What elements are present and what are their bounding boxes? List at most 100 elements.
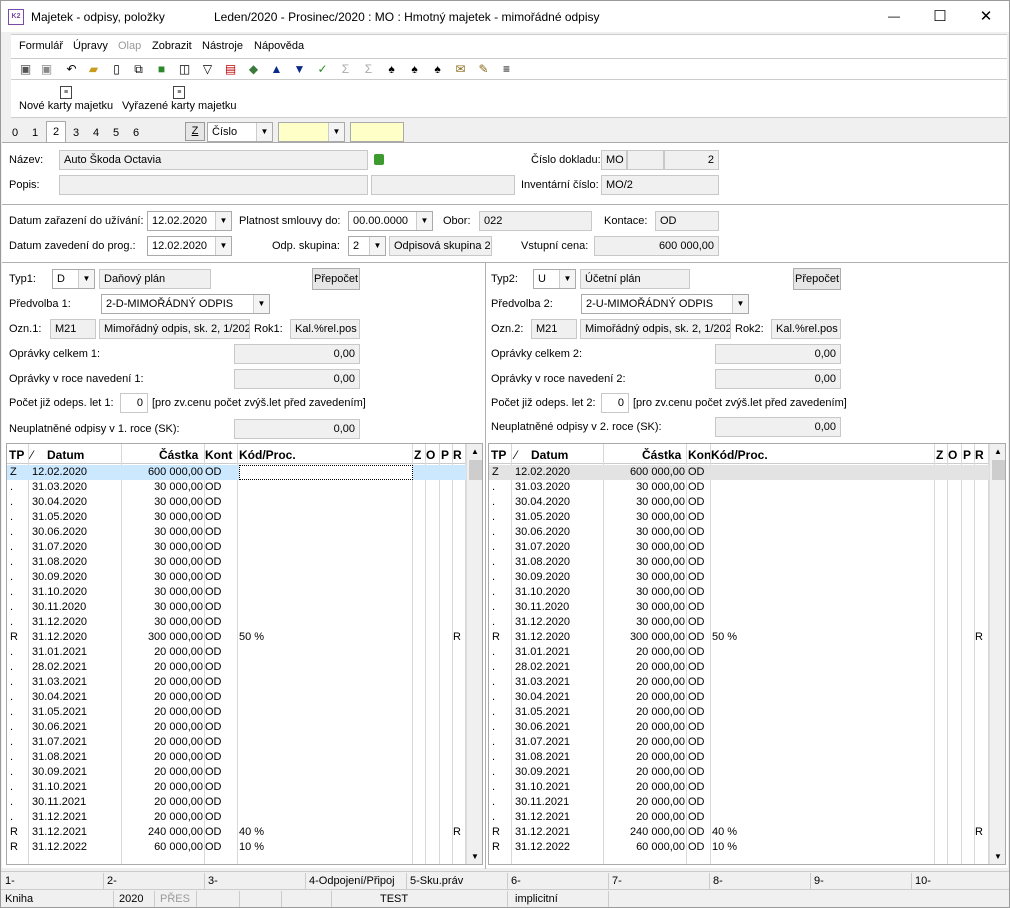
scroll-thumb[interactable] bbox=[992, 460, 1005, 480]
filter-document-icon[interactable]: ▤ bbox=[222, 61, 239, 78]
table-row[interactable]: . 31.05.2020 30 000,00 OD bbox=[489, 510, 1005, 525]
fkey-9[interactable]: 9- bbox=[814, 875, 824, 887]
typ1-text[interactable]: Daňový plán bbox=[99, 269, 211, 289]
table-row[interactable]: . 30.09.2020 30 000,00 OD bbox=[489, 570, 1005, 585]
maximize-button[interactable]: ☐ bbox=[917, 1, 963, 32]
col-r[interactable]: R bbox=[975, 448, 984, 462]
table-row[interactable]: . 30.11.2020 30 000,00 OD bbox=[489, 600, 1005, 615]
col-p[interactable]: P bbox=[441, 448, 449, 462]
new-cards-button[interactable]: ≡ Nové karty majetku bbox=[19, 86, 113, 112]
col-o[interactable]: O bbox=[948, 448, 957, 462]
menu-upravy[interactable]: Úpravy bbox=[73, 40, 108, 52]
odp-skupina-text[interactable]: Odpisová skupina 2 ( bbox=[389, 236, 492, 256]
table-row[interactable]: . 31.05.2021 20 000,00 OD bbox=[489, 705, 1005, 720]
search-input[interactable] bbox=[350, 122, 404, 142]
chevron-down-icon[interactable]: ▼ bbox=[559, 270, 575, 288]
new-document-icon[interactable]: ▯ bbox=[108, 61, 125, 78]
menu-zobrazit[interactable]: Zobrazit bbox=[152, 40, 192, 52]
neuplatnene2-field[interactable]: 0,00 bbox=[715, 417, 841, 437]
table-row[interactable]: R 31.12.2021 240 000,00 OD 40 % R bbox=[489, 825, 1005, 840]
col-castka[interactable]: Částka bbox=[159, 448, 198, 462]
vstupni-cena-field[interactable]: 600 000,00 bbox=[594, 236, 719, 256]
cislo-dokladu-prefix[interactable]: MO bbox=[601, 150, 627, 170]
pocet2-field[interactable]: 0 bbox=[601, 393, 629, 413]
copy-icon[interactable]: ⧉ bbox=[130, 61, 147, 78]
table-row[interactable]: . 31.07.2020 30 000,00 OD bbox=[489, 540, 1005, 555]
table-row[interactable]: . 31.08.2021 20 000,00 OD bbox=[489, 750, 1005, 765]
save-icon[interactable]: ▣ bbox=[17, 61, 34, 78]
ozn2-text[interactable]: Mimořádný odpis, sk. 2, 1/202 bbox=[580, 319, 731, 339]
tab-1[interactable]: 1 bbox=[25, 123, 45, 143]
table-row[interactable]: . 30.06.2021 20 000,00 OD bbox=[7, 720, 482, 735]
table-row[interactable]: . 31.05.2020 30 000,00 OD bbox=[7, 510, 482, 525]
save-as-icon[interactable]: ▣ bbox=[38, 61, 55, 78]
popis-field-2[interactable] bbox=[371, 175, 515, 195]
right-schedule-grid[interactable]: TP ⁄ Datum Částka Kon Kód/Proc. Z O P R … bbox=[488, 443, 1006, 865]
typ1-select[interactable]: D ▼ bbox=[52, 269, 95, 289]
chevron-down-icon[interactable]: ▼ bbox=[215, 212, 231, 230]
fkey-3[interactable]: 3- bbox=[208, 875, 218, 887]
cislo-dokladu-mid[interactable] bbox=[627, 150, 664, 170]
fkey-10[interactable]: 10- bbox=[915, 875, 931, 887]
table-row[interactable]: . 31.12.2020 30 000,00 OD bbox=[7, 615, 482, 630]
sort-field-select[interactable]: Číslo ▼ bbox=[207, 122, 273, 142]
menu-napoveda[interactable]: Nápověda bbox=[254, 40, 304, 52]
col-castka[interactable]: Částka bbox=[642, 448, 681, 462]
tab-0[interactable]: 0 bbox=[5, 123, 25, 143]
arrow-up-icon[interactable]: ▲ bbox=[268, 61, 285, 78]
rok2-field[interactable]: Kal.%rel.pos bbox=[771, 319, 841, 339]
scroll-up-icon[interactable]: ▲ bbox=[990, 447, 1005, 456]
nazev-field[interactable]: Auto Škoda Octavia bbox=[59, 150, 368, 170]
minimize-button[interactable]: — bbox=[871, 1, 917, 32]
cislo-dokladu-number[interactable]: 2 bbox=[664, 150, 719, 170]
table-row[interactable]: . 30.06.2020 30 000,00 OD bbox=[489, 525, 1005, 540]
chevron-down-icon[interactable]: ▼ bbox=[369, 237, 385, 255]
scroll-thumb[interactable] bbox=[469, 460, 482, 480]
table-row[interactable]: . 30.11.2021 20 000,00 OD bbox=[489, 795, 1005, 810]
table-row[interactable]: . 31.10.2020 30 000,00 OD bbox=[7, 585, 482, 600]
pocet1-field[interactable]: 0 bbox=[120, 393, 148, 413]
chevron-down-icon[interactable]: ▼ bbox=[732, 295, 748, 313]
sort-z-button[interactable]: Z bbox=[185, 122, 205, 141]
table-row[interactable]: . 31.08.2020 30 000,00 OD bbox=[7, 555, 482, 570]
col-kod[interactable]: Kód/Proc. bbox=[239, 448, 296, 462]
predvolba2-select[interactable]: 2-U-MIMOŘÁDNÝ ODPIS ▼ bbox=[581, 294, 749, 314]
table-row[interactable]: R 31.12.2021 240 000,00 OD 40 % R bbox=[7, 825, 482, 840]
tab-5[interactable]: 5 bbox=[106, 123, 126, 143]
table-row[interactable]: . 30.06.2020 30 000,00 OD bbox=[7, 525, 482, 540]
table-row[interactable]: . 31.05.2021 20 000,00 OD bbox=[7, 705, 482, 720]
table-row[interactable]: . 31.12.2020 30 000,00 OD bbox=[489, 615, 1005, 630]
chevron-down-icon[interactable]: ▼ bbox=[78, 270, 94, 288]
kontace-field[interactable]: OD bbox=[655, 211, 719, 231]
fkey-6[interactable]: 6- bbox=[511, 875, 521, 887]
table-row[interactable]: . 31.07.2021 20 000,00 OD bbox=[489, 735, 1005, 750]
table-row[interactable]: Z 12.02.2020 600 000,00 OD bbox=[489, 465, 989, 480]
typ2-select[interactable]: U ▼ bbox=[533, 269, 576, 289]
close-button[interactable]: ✕ bbox=[963, 1, 1009, 32]
col-z[interactable]: Z bbox=[936, 448, 943, 462]
inventarni-cislo-field[interactable]: MO/2 bbox=[601, 175, 719, 195]
ozn2-field[interactable]: M21 bbox=[531, 319, 577, 339]
tab-4[interactable]: 4 bbox=[86, 123, 106, 143]
table-row[interactable]: . 30.04.2021 20 000,00 OD bbox=[7, 690, 482, 705]
binoculars-icon[interactable]: ♠ bbox=[383, 61, 400, 78]
table-row[interactable]: . 30.09.2021 20 000,00 OD bbox=[7, 765, 482, 780]
col-p[interactable]: P bbox=[963, 448, 971, 462]
table-row[interactable]: . 30.04.2021 20 000,00 OD bbox=[489, 690, 1005, 705]
check-icon[interactable]: ✓ bbox=[314, 61, 331, 78]
datum-zarazeni-field[interactable]: 12.02.2020 ▼ bbox=[147, 211, 232, 231]
scrollbar[interactable]: ▲ ▼ bbox=[466, 444, 482, 864]
chevron-down-icon[interactable]: ▼ bbox=[328, 123, 344, 141]
col-tp[interactable]: TP bbox=[491, 448, 506, 462]
neuplatnene1-field[interactable]: 0,00 bbox=[234, 419, 360, 439]
table-row[interactable]: . 31.03.2021 20 000,00 OD bbox=[489, 675, 1005, 690]
fkey-2[interactable]: 2- bbox=[107, 875, 117, 887]
chevron-down-icon[interactable]: ▼ bbox=[256, 123, 272, 141]
prepocet-2-button[interactable]: Přepočet bbox=[793, 268, 841, 290]
fkey-5[interactable]: 5-Sku.práv bbox=[410, 875, 463, 887]
tab-2[interactable]: 2 bbox=[46, 121, 66, 143]
menu-formular[interactable]: Formulář bbox=[19, 40, 63, 52]
table-row[interactable]: . 30.09.2021 20 000,00 OD bbox=[489, 765, 1005, 780]
binoculars-next-icon[interactable]: ♠ bbox=[406, 61, 423, 78]
ozn1-field[interactable]: M21 bbox=[50, 319, 96, 339]
